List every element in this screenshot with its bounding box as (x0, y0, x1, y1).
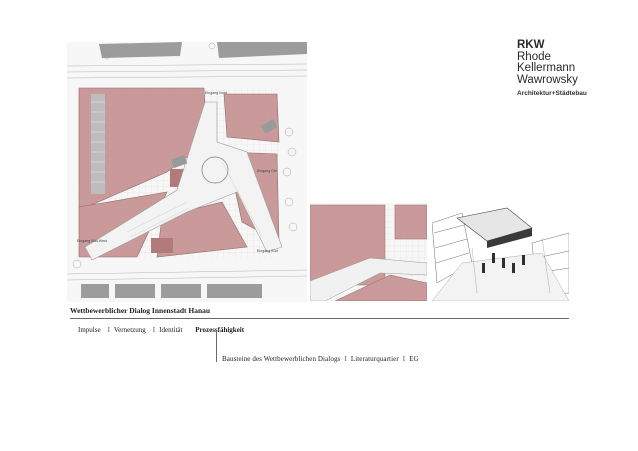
caption-part: EG (409, 355, 419, 363)
breadcrumb-nav: Impulse I Vernetzung I Identität Prozessfähi… (78, 326, 247, 334)
nav-separator: I (152, 326, 156, 334)
neighbour-building (99, 42, 182, 58)
vertical-divider (216, 330, 217, 362)
caption-part: Literaturquartier (350, 355, 399, 363)
neighbour-building (115, 284, 155, 298)
detail-plan (310, 203, 427, 301)
logo-line: RKW (517, 39, 545, 51)
neighbour-building (81, 284, 109, 298)
neighbour-building (161, 284, 201, 298)
label-entrance-south: Eingang Süd (257, 249, 278, 253)
caption-part: Bausteine des Wettbewerblichen Dialogs (222, 355, 341, 363)
document-title: Wettbewerblicher Dialog Innenstadt Hanau (70, 306, 211, 315)
stair-block (91, 94, 105, 194)
nav-item-vernetzung[interactable]: Vernetzung (114, 326, 146, 334)
divider-line (70, 318, 569, 319)
perspective-rendering (432, 203, 569, 301)
caption-separator: I (344, 355, 347, 363)
nav-item-prozessfaehigkeit[interactable]: Prozessfähigkeit (195, 326, 244, 334)
logo-line: Kellermann (517, 62, 576, 74)
caption-separator: I (402, 355, 406, 363)
logo-line: Wawrowsky (517, 73, 578, 86)
logo-subtitle: Architektur+Städtebau (517, 90, 587, 97)
company-logo: RKW Rhode Kellermann Wawrowsky Architekt… (517, 39, 622, 97)
nav-item-impulse[interactable]: Impulse (78, 326, 101, 334)
image-caption: Bausteine des Wettbewerblichen Dialogs I L… (222, 355, 419, 363)
label-entrance-north: Eingang Nord (205, 91, 227, 95)
label-entrance-southwest: Eingang Süd-West (77, 239, 107, 243)
nav-item-identitaet[interactable]: Identität (159, 326, 182, 334)
neighbour-building (207, 284, 262, 298)
accent-zone (151, 238, 173, 253)
nav-separator: I (107, 326, 110, 334)
label-entrance-east: Eingang Ost (257, 169, 277, 173)
site-plan-ground-floor: Eingang Nord Eingang Ost Eingang Süd-Wes… (67, 42, 307, 302)
